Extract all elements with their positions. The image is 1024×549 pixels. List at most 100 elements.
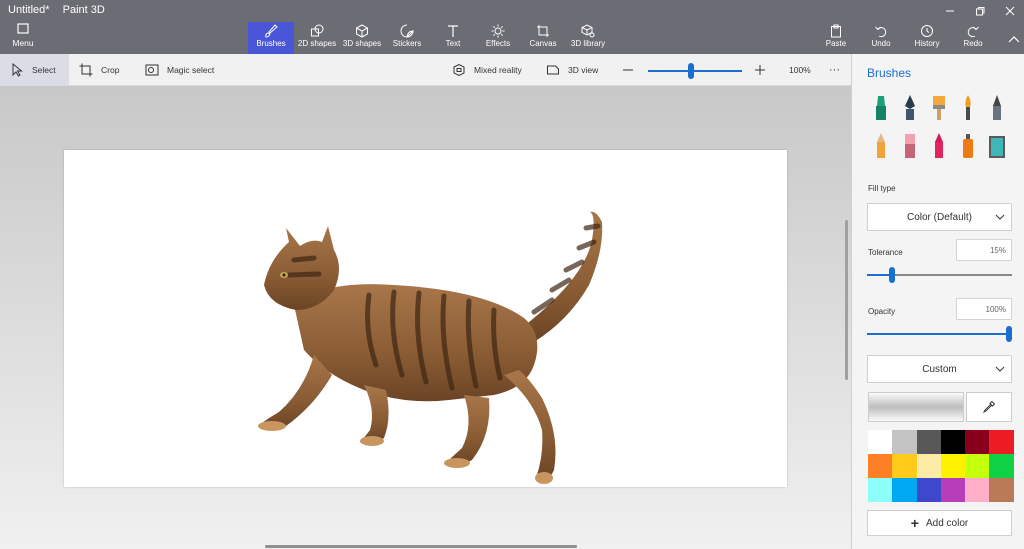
plus-icon [755, 65, 765, 75]
select-button[interactable]: Select [0, 54, 69, 86]
color-swatch[interactable] [989, 478, 1014, 502]
paste-label: Paste [825, 39, 847, 48]
color-swatch[interactable] [965, 430, 990, 454]
vertical-scrollbar[interactable] [845, 220, 848, 380]
color-swatch[interactable] [916, 478, 941, 502]
eyedropper-button[interactable] [966, 392, 1012, 422]
3d-view-button[interactable]: 3D view [546, 54, 598, 86]
history-button[interactable]: History [911, 22, 943, 54]
color-swatch[interactable] [916, 454, 941, 478]
eraser-icon [905, 134, 915, 158]
history-icon [920, 24, 934, 38]
zoom-in-button[interactable] [754, 54, 766, 86]
tab-2d-shapes[interactable]: 2D shapes [296, 22, 338, 54]
color-swatch[interactable] [940, 454, 966, 478]
redo-button[interactable]: Redo [960, 22, 986, 54]
paste-icon [829, 24, 843, 38]
magic-select-button[interactable]: Magic select [145, 54, 214, 86]
color-swatch[interactable] [868, 454, 893, 478]
tab-text[interactable]: Text [440, 22, 466, 54]
crop-icon [79, 63, 93, 77]
plus-icon: + [910, 515, 919, 531]
add-color-label: Add color [925, 517, 969, 529]
color-swatch[interactable] [892, 430, 917, 454]
color-swatch[interactable] [989, 454, 1014, 478]
magic-select-icon [145, 63, 159, 77]
tab-effects[interactable]: Effects [483, 22, 513, 54]
crop-button[interactable]: Crop [79, 54, 119, 86]
panel-title: Brushes [867, 66, 912, 80]
menu-label: Menu [12, 38, 34, 48]
color-swatch[interactable] [868, 478, 893, 502]
color-swatch[interactable] [892, 478, 917, 502]
watercolor-brush[interactable] [957, 94, 979, 122]
cat-image [258, 211, 603, 484]
document-name: Untitled* [8, 4, 50, 16]
current-color-preview[interactable] [868, 392, 964, 422]
tab-label: Canvas [529, 39, 557, 48]
fill-brush[interactable] [986, 132, 1008, 160]
redo-label: Redo [963, 39, 983, 48]
zoom-percentage[interactable]: 100% [789, 54, 811, 86]
tab-3d-library[interactable]: 3D library [569, 22, 607, 54]
opacity-slider-fill [867, 333, 1012, 335]
pencil-brush[interactable] [870, 132, 892, 160]
color-swatch[interactable] [868, 430, 893, 454]
crayon-brush[interactable] [928, 132, 950, 160]
collapse-panel-button[interactable] [1000, 28, 1024, 50]
tolerance-slider[interactable] [867, 267, 1012, 283]
marker-icon [876, 96, 886, 120]
watercolor-icon [965, 95, 971, 120]
eraser-brush[interactable] [899, 132, 921, 160]
horizontal-scrollbar[interactable] [265, 545, 577, 548]
calligraphy-pen-brush[interactable] [899, 94, 921, 122]
more-options-button[interactable]: ··· [829, 54, 840, 86]
color-swatch[interactable] [989, 430, 1014, 454]
fill-type-value: Color (Default) [906, 211, 973, 223]
tab-canvas[interactable]: Canvas [527, 22, 559, 54]
color-mode-dropdown[interactable]: Custom [867, 355, 1012, 383]
zoom-out-button[interactable] [622, 54, 634, 86]
mixed-reality-button[interactable]: Mixed reality [452, 54, 522, 86]
zoom-slider-thumb[interactable] [688, 63, 694, 79]
close-button[interactable] [996, 0, 1024, 22]
tab-label: 3D shapes [342, 39, 382, 48]
color-swatch[interactable] [892, 454, 917, 478]
marker-brush[interactable] [870, 94, 892, 122]
spray-can-brush[interactable] [957, 132, 979, 160]
menu-icon [16, 22, 30, 36]
tolerance-input[interactable]: 15% [956, 239, 1012, 261]
add-color-button[interactable]: + Add color [867, 510, 1012, 536]
minimize-button[interactable] [936, 0, 964, 22]
tab-brushes[interactable]: Brushes [248, 22, 294, 54]
color-swatch[interactable] [916, 430, 941, 454]
tab-stickers[interactable]: Stickers [389, 22, 425, 54]
maximize-button[interactable] [966, 0, 994, 22]
tolerance-slider-fill [867, 274, 889, 276]
color-swatch[interactable] [965, 478, 990, 502]
undo-button[interactable]: Undo [868, 22, 894, 54]
color-swatch[interactable] [940, 478, 966, 502]
tolerance-slider-thumb[interactable] [889, 267, 895, 283]
pixel-pen-brush[interactable] [986, 94, 1008, 122]
pointer-icon [10, 63, 24, 77]
drawing-canvas[interactable] [64, 150, 787, 487]
minimize-icon [946, 10, 954, 12]
oil-brush[interactable] [928, 94, 950, 122]
fill-bucket-icon [989, 136, 1005, 158]
tab-3d-shapes[interactable]: 3D shapes [341, 22, 383, 54]
color-swatch[interactable] [940, 430, 966, 454]
brush-icon [264, 24, 278, 38]
menu-button[interactable]: Menu [4, 22, 42, 52]
redo-icon [966, 24, 980, 38]
paste-button[interactable]: Paste [823, 22, 849, 54]
chevron-down-icon [995, 366, 1005, 372]
opacity-slider-thumb[interactable] [1006, 326, 1012, 342]
tab-label: Brushes [256, 39, 286, 48]
opacity-slider[interactable] [867, 326, 1012, 342]
opacity-input[interactable]: 100% [956, 298, 1012, 320]
color-swatch[interactable] [965, 454, 990, 478]
zoom-slider-track[interactable] [648, 70, 742, 72]
mixed-reality-icon [452, 63, 466, 77]
fill-type-dropdown[interactable]: Color (Default) [867, 203, 1012, 231]
